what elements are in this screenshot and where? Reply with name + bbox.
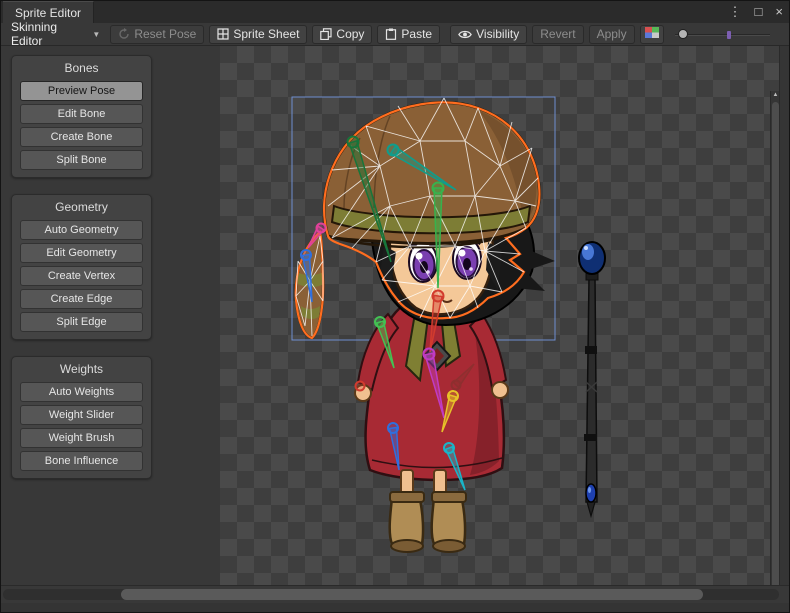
sprite-sheet-button[interactable]: Sprite Sheet bbox=[209, 25, 307, 44]
vertical-scrollbar-track[interactable] bbox=[779, 46, 789, 585]
reset-pose-button[interactable]: Reset Pose bbox=[110, 25, 204, 44]
copy-button[interactable]: Copy bbox=[312, 25, 372, 44]
color-channels-button[interactable] bbox=[640, 25, 664, 44]
window-controls: ⋮ □ × bbox=[729, 3, 783, 21]
editor-mode-dropdown[interactable]: Skinning Editor ▼ bbox=[6, 25, 105, 44]
panel-weights: Weights Auto Weights Weight Slider Weigh… bbox=[11, 356, 152, 479]
sprite-canvas-art bbox=[220, 46, 781, 585]
panel-geometry-title: Geometry bbox=[12, 195, 151, 220]
horizontal-scrollbar[interactable] bbox=[1, 585, 790, 603]
zoom-slider[interactable] bbox=[675, 25, 770, 44]
panel-weights-title: Weights bbox=[12, 357, 151, 382]
zoom-slider-track bbox=[675, 34, 770, 36]
panel-bones-title: Bones bbox=[12, 56, 151, 81]
create-bone-button[interactable]: Create Bone bbox=[20, 127, 143, 147]
create-vertex-button[interactable]: Create Vertex bbox=[20, 266, 143, 286]
preview-pose-button[interactable]: Preview Pose bbox=[20, 81, 143, 101]
reset-pose-icon bbox=[118, 28, 130, 40]
window-menu-icon[interactable]: ⋮ bbox=[729, 3, 742, 21]
panel-bones: Bones Preview Pose Edit Bone Create Bone… bbox=[11, 55, 152, 178]
tab-strip: Sprite Editor ⋮ □ × bbox=[1, 1, 789, 23]
horizontal-scrollbar-thumb[interactable] bbox=[121, 589, 703, 600]
tab-title: Sprite Editor bbox=[15, 6, 81, 20]
paste-icon bbox=[385, 28, 397, 40]
chevron-down-icon: ▼ bbox=[92, 29, 100, 39]
revert-button[interactable]: Revert bbox=[532, 25, 583, 44]
split-edge-button[interactable]: Split Edge bbox=[20, 312, 143, 332]
window-bottom-edge bbox=[1, 603, 790, 613]
rgb-channels-icon bbox=[645, 27, 659, 41]
vertical-scrollbar-thumb[interactable] bbox=[772, 102, 779, 613]
paste-button[interactable]: Paste bbox=[377, 25, 440, 44]
copy-icon bbox=[320, 28, 332, 40]
apply-button[interactable]: Apply bbox=[589, 25, 635, 44]
edit-geometry-button[interactable]: Edit Geometry bbox=[20, 243, 143, 263]
eye-icon bbox=[458, 29, 472, 40]
split-bone-button[interactable]: Split Bone bbox=[20, 150, 143, 170]
zoom-slider-handle[interactable] bbox=[678, 29, 688, 39]
sprite-canvas[interactable] bbox=[220, 46, 781, 585]
panel-geometry: Geometry Auto Geometry Edit Geometry Cre… bbox=[11, 194, 152, 340]
auto-geometry-button[interactable]: Auto Geometry bbox=[20, 220, 143, 240]
create-edge-button[interactable]: Create Edge bbox=[20, 289, 143, 309]
bone-influence-button[interactable]: Bone Influence bbox=[20, 451, 143, 471]
weight-brush-button[interactable]: Weight Brush bbox=[20, 428, 143, 448]
sprite-editor-window: Sprite Editor ⋮ □ × Skinning Editor ▼ Re… bbox=[0, 0, 790, 613]
zoom-slider-marker bbox=[727, 31, 731, 39]
toolbar: Skinning Editor ▼ Reset Pose Sprite Shee… bbox=[1, 23, 789, 46]
bone[interactable] bbox=[356, 382, 365, 391]
visibility-button[interactable]: Visibility bbox=[450, 25, 527, 44]
sprite-sheet-icon bbox=[217, 28, 229, 40]
close-icon[interactable]: × bbox=[775, 3, 783, 21]
tool-sidebar: Bones Preview Pose Edit Bone Create Bone… bbox=[1, 46, 220, 585]
maximize-icon[interactable]: □ bbox=[755, 3, 763, 21]
editor-mode-label: Skinning Editor bbox=[11, 20, 87, 48]
weight-slider-button[interactable]: Weight Slider bbox=[20, 405, 143, 425]
auto-weights-button[interactable]: Auto Weights bbox=[20, 382, 143, 402]
content-area: Bones Preview Pose Edit Bone Create Bone… bbox=[1, 46, 781, 585]
staff-sprite bbox=[579, 242, 605, 516]
edit-bone-button[interactable]: Edit Bone bbox=[20, 104, 143, 124]
